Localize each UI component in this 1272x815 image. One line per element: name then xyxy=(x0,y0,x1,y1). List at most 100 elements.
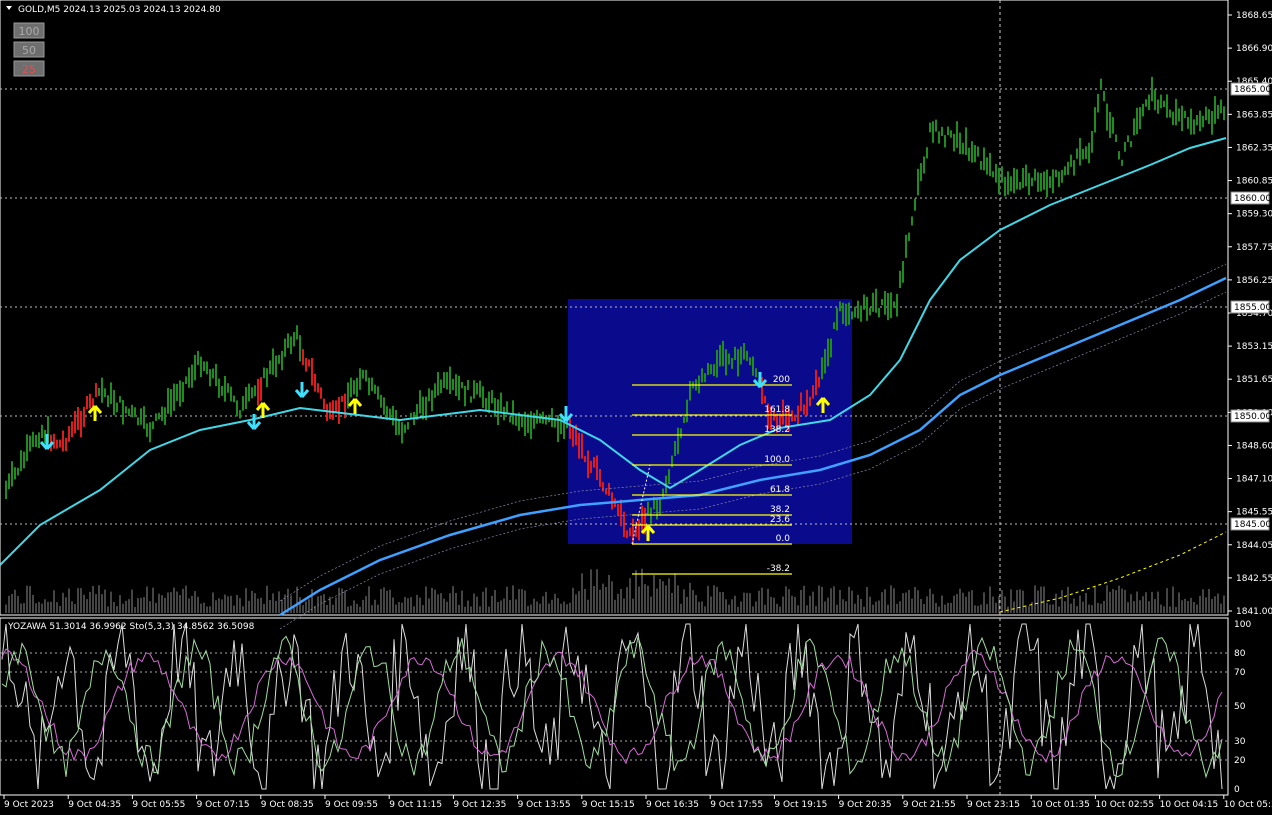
candle xyxy=(563,421,565,440)
candle xyxy=(1037,172,1039,192)
osc-tick-label: 100 xyxy=(1234,620,1251,630)
candle xyxy=(938,131,940,144)
candle xyxy=(572,425,574,447)
candle xyxy=(140,408,142,425)
candle xyxy=(632,518,634,545)
candle xyxy=(392,405,394,426)
zoom-100-button[interactable]: 100 xyxy=(13,22,45,39)
candle xyxy=(893,301,895,308)
time-tick-label: 10 Oct 04:15 xyxy=(1160,800,1219,810)
candle xyxy=(473,380,475,399)
candle xyxy=(302,349,304,365)
candle xyxy=(401,422,403,444)
candle xyxy=(269,360,271,375)
candle xyxy=(479,380,481,398)
highlight-rectangle[interactable] xyxy=(568,299,852,544)
candle xyxy=(323,398,325,410)
candle xyxy=(95,383,97,397)
time-tick-label: 9 Oct 04:35 xyxy=(68,800,121,810)
osc-tick-label: 80 xyxy=(1234,649,1246,659)
candle xyxy=(197,350,199,365)
candle xyxy=(83,406,85,427)
candle xyxy=(827,338,829,367)
candle xyxy=(1055,169,1057,178)
candle xyxy=(815,369,817,396)
zoom-25-button[interactable]: 25 xyxy=(13,60,45,77)
price-tick-label: 1847.10 xyxy=(1236,475,1272,485)
candle xyxy=(77,406,79,430)
candle xyxy=(464,385,466,407)
candle xyxy=(929,122,931,133)
fib-level-label: 0.0 xyxy=(776,534,791,544)
candle xyxy=(1034,168,1036,181)
zoom-50-button[interactable]: 50 xyxy=(13,41,45,58)
candle xyxy=(5,480,7,500)
candle xyxy=(917,168,919,196)
candle xyxy=(461,381,463,389)
candle xyxy=(182,382,184,403)
candle xyxy=(569,418,571,439)
candle xyxy=(512,400,514,425)
candle xyxy=(1196,114,1198,126)
candle xyxy=(611,492,613,510)
candle xyxy=(431,390,433,412)
time-tick-label: 9 Oct 11:15 xyxy=(389,800,442,810)
candle xyxy=(806,389,808,416)
symbol-info: GOLD,M5 2024.13 2025.03 2024.13 2024.80 xyxy=(18,5,221,15)
candle xyxy=(113,390,115,416)
candle xyxy=(1121,159,1123,166)
candle xyxy=(716,349,718,378)
candle xyxy=(500,392,502,414)
candle xyxy=(245,386,247,409)
time-axis[interactable]: 9 Oct 2023 9 Oct 04:35 9 Oct 05:55 9 Oct 07… xyxy=(3,795,1272,810)
candle xyxy=(1091,130,1093,153)
candle xyxy=(1160,94,1162,109)
candle xyxy=(134,407,136,417)
osc-tick-label: 70 xyxy=(1234,668,1246,678)
candle xyxy=(839,301,841,312)
candle xyxy=(377,386,379,400)
candle xyxy=(515,415,517,426)
osc-tick-label: 0 xyxy=(1234,785,1240,795)
candle xyxy=(968,147,970,161)
fib-level-label: -38.2 xyxy=(767,564,790,574)
candle xyxy=(128,408,130,416)
candle xyxy=(143,406,145,429)
price-tick-label: 1860.85 xyxy=(1236,177,1272,187)
candle xyxy=(398,419,400,435)
candle xyxy=(833,322,835,329)
candle xyxy=(1190,108,1192,135)
candle xyxy=(842,302,844,325)
candle xyxy=(203,361,205,372)
candle xyxy=(56,439,58,449)
candle xyxy=(884,290,886,315)
candle xyxy=(680,428,682,439)
candle xyxy=(443,372,445,388)
candle xyxy=(122,399,124,425)
candle xyxy=(581,433,583,459)
candle xyxy=(32,431,34,447)
candle xyxy=(188,367,190,388)
candle xyxy=(1163,100,1165,108)
candle xyxy=(440,379,442,394)
candle xyxy=(167,387,169,414)
candle xyxy=(830,338,832,358)
candle xyxy=(17,467,19,476)
trading-chart[interactable]: 200161.8138.2100.061.838.223.60.0-38.2 G… xyxy=(0,0,1272,815)
candle xyxy=(116,402,118,413)
candle xyxy=(683,416,685,424)
candle xyxy=(80,410,82,438)
candle xyxy=(1145,99,1147,107)
price-tick-label: 1856.25 xyxy=(1236,276,1272,286)
candle xyxy=(1112,117,1114,134)
candle xyxy=(638,519,640,541)
candle xyxy=(983,147,985,171)
candle xyxy=(1022,167,1024,188)
zoom-buttons: 100 50 25 xyxy=(13,22,45,77)
candle xyxy=(338,396,340,424)
candle xyxy=(1223,106,1225,121)
fib-level-label: 161.8 xyxy=(764,405,790,415)
candle xyxy=(119,396,121,403)
candle xyxy=(260,377,262,401)
price-tick-label: 1862.35 xyxy=(1236,143,1272,153)
